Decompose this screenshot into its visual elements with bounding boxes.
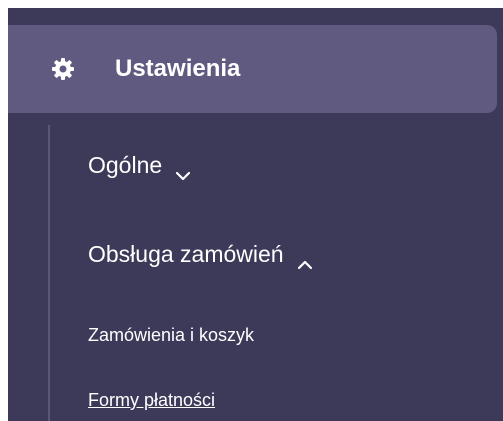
chevron-down-icon [176, 160, 191, 181]
tree-line [48, 125, 50, 421]
gear-icon [51, 57, 75, 81]
sidebar-section-settings[interactable]: Ustawienia [8, 25, 497, 113]
menu-item-label: Ogólne [88, 151, 163, 178]
menu-item-order-handling[interactable]: Obsługa zamówień [88, 234, 312, 274]
chevron-up-icon [297, 249, 312, 270]
submenu-item-orders-cart[interactable]: Zamówienia i koszyk [88, 325, 254, 346]
menu-item-general[interactable]: Ogólne [88, 145, 191, 185]
section-title: Ustawienia [115, 55, 241, 82]
menu-item-label: Obsługa zamówień [88, 240, 284, 267]
sidebar: Ustawienia Ogólne Obsługa zamówień Zamów… [8, 8, 503, 421]
submenu-item-payment-methods[interactable]: Formy płatności [88, 390, 215, 411]
page: Ustawienia Ogólne Obsługa zamówień Zamów… [0, 0, 503, 421]
